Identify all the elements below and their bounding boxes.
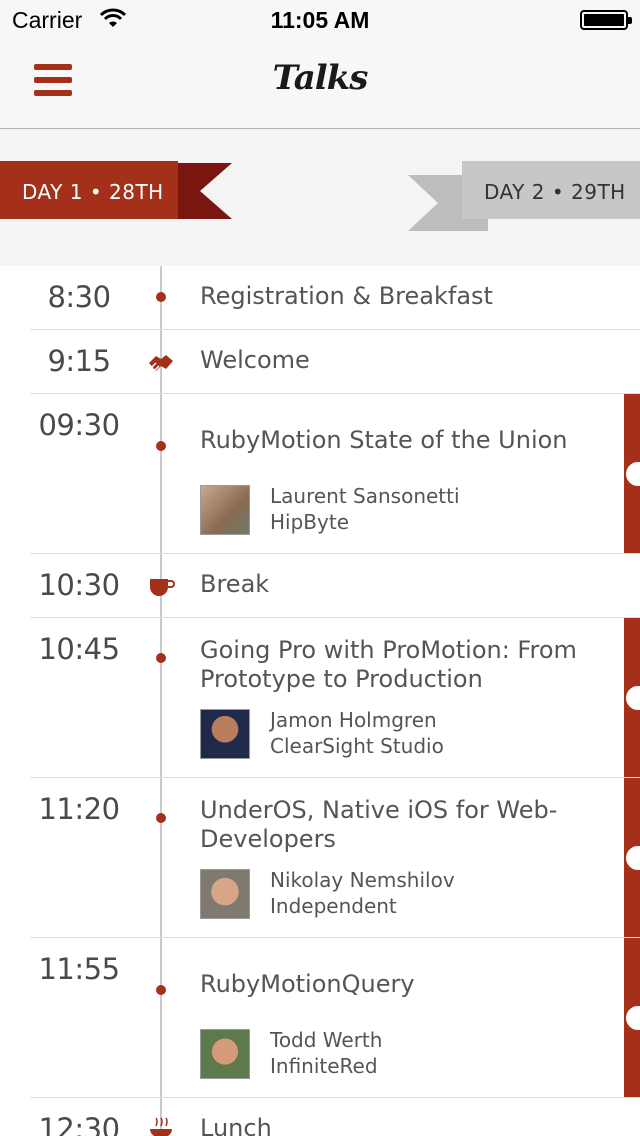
session-title: Lunch xyxy=(200,1114,272,1136)
session-time: 09:30 xyxy=(38,408,120,442)
schedule-row[interactable]: 8:30 Registration & Breakfast xyxy=(0,266,640,330)
tab-day-2[interactable]: DAY 2 • 29TH xyxy=(408,161,640,231)
handshake-icon xyxy=(149,355,173,371)
session-time: 8:30 xyxy=(47,280,111,314)
session-time: 10:45 xyxy=(38,632,120,666)
schedule-row[interactable]: 10:45 Going Pro with ProMotion: From Pro… xyxy=(0,618,640,778)
schedule-list: 8:30 Registration & Breakfast 9:15 Welco… xyxy=(0,266,640,1136)
timeline-dot xyxy=(156,441,166,451)
session-time: 10:30 xyxy=(38,568,120,602)
avatar xyxy=(200,709,250,759)
schedule-row[interactable]: 10:30 Break xyxy=(0,554,640,618)
speaker-company: Independent xyxy=(270,894,397,918)
day-tabs: DAY 1 • 28TH DAY 2 • 29TH xyxy=(0,129,640,266)
session-title: Welcome xyxy=(200,346,310,374)
avatar xyxy=(200,1029,250,1079)
talk-accent-bar xyxy=(624,938,640,1097)
food-icon xyxy=(150,1117,172,1136)
schedule-row[interactable]: 11:20 UnderOS, Native iOS for Web-Develo… xyxy=(0,778,640,938)
speaker-name: Jamon Holmgren xyxy=(270,708,437,732)
schedule-row[interactable]: 11:55 RubyMotionQuery Todd Werth Infinit… xyxy=(0,938,640,1098)
session-title: UnderOS, Native iOS for Web-Developers xyxy=(200,796,558,853)
timeline-dot xyxy=(156,292,166,302)
schedule-row[interactable]: 12:30 Lunch xyxy=(0,1098,640,1136)
session-time: 12:30 xyxy=(38,1112,120,1136)
avatar xyxy=(200,869,250,919)
talk-accent-bar xyxy=(624,394,640,553)
talk-accent-bar xyxy=(624,618,640,777)
speaker-name: Nikolay Nemshilov xyxy=(270,868,455,892)
coffee-cup-icon xyxy=(150,579,175,596)
speaker-name: Laurent Sansonetti xyxy=(270,484,460,508)
session-time: 11:20 xyxy=(38,792,120,826)
tab-day-2-label: DAY 2 • 29TH xyxy=(462,161,640,219)
page-title: Talks xyxy=(272,58,369,98)
timeline-dot xyxy=(156,813,166,823)
tab-day-1-label: DAY 1 • 28TH xyxy=(0,161,178,219)
session-time: 11:55 xyxy=(38,952,120,986)
schedule-row[interactable]: 9:15 Welcome xyxy=(0,330,640,394)
tab-day-1[interactable]: DAY 1 • 28TH xyxy=(0,161,232,219)
speaker-company: InfiniteRed xyxy=(270,1054,378,1078)
session-title: Going Pro with ProMotion: From Prototype… xyxy=(200,636,577,693)
avatar xyxy=(200,485,250,535)
speaker-company: ClearSight Studio xyxy=(270,734,444,758)
navigation-bar: Talks xyxy=(0,40,640,129)
session-title: Registration & Breakfast xyxy=(200,282,493,310)
status-bar: Carrier 11:05 AM xyxy=(0,0,640,40)
session-title: RubyMotion State of the Union xyxy=(200,426,568,454)
session-time: 9:15 xyxy=(47,344,111,378)
timeline-dot xyxy=(156,985,166,995)
session-title: Break xyxy=(200,570,270,598)
speaker-name: Todd Werth xyxy=(270,1028,383,1052)
speaker-company: HipByte xyxy=(270,510,349,534)
talk-accent-bar xyxy=(624,778,640,937)
session-title: RubyMotionQuery xyxy=(200,970,415,998)
schedule-row[interactable]: 09:30 RubyMotion State of the Union Laur… xyxy=(0,394,640,554)
status-time: 11:05 AM xyxy=(270,7,370,33)
battery-icon xyxy=(580,10,632,30)
timeline-dot xyxy=(156,653,166,663)
